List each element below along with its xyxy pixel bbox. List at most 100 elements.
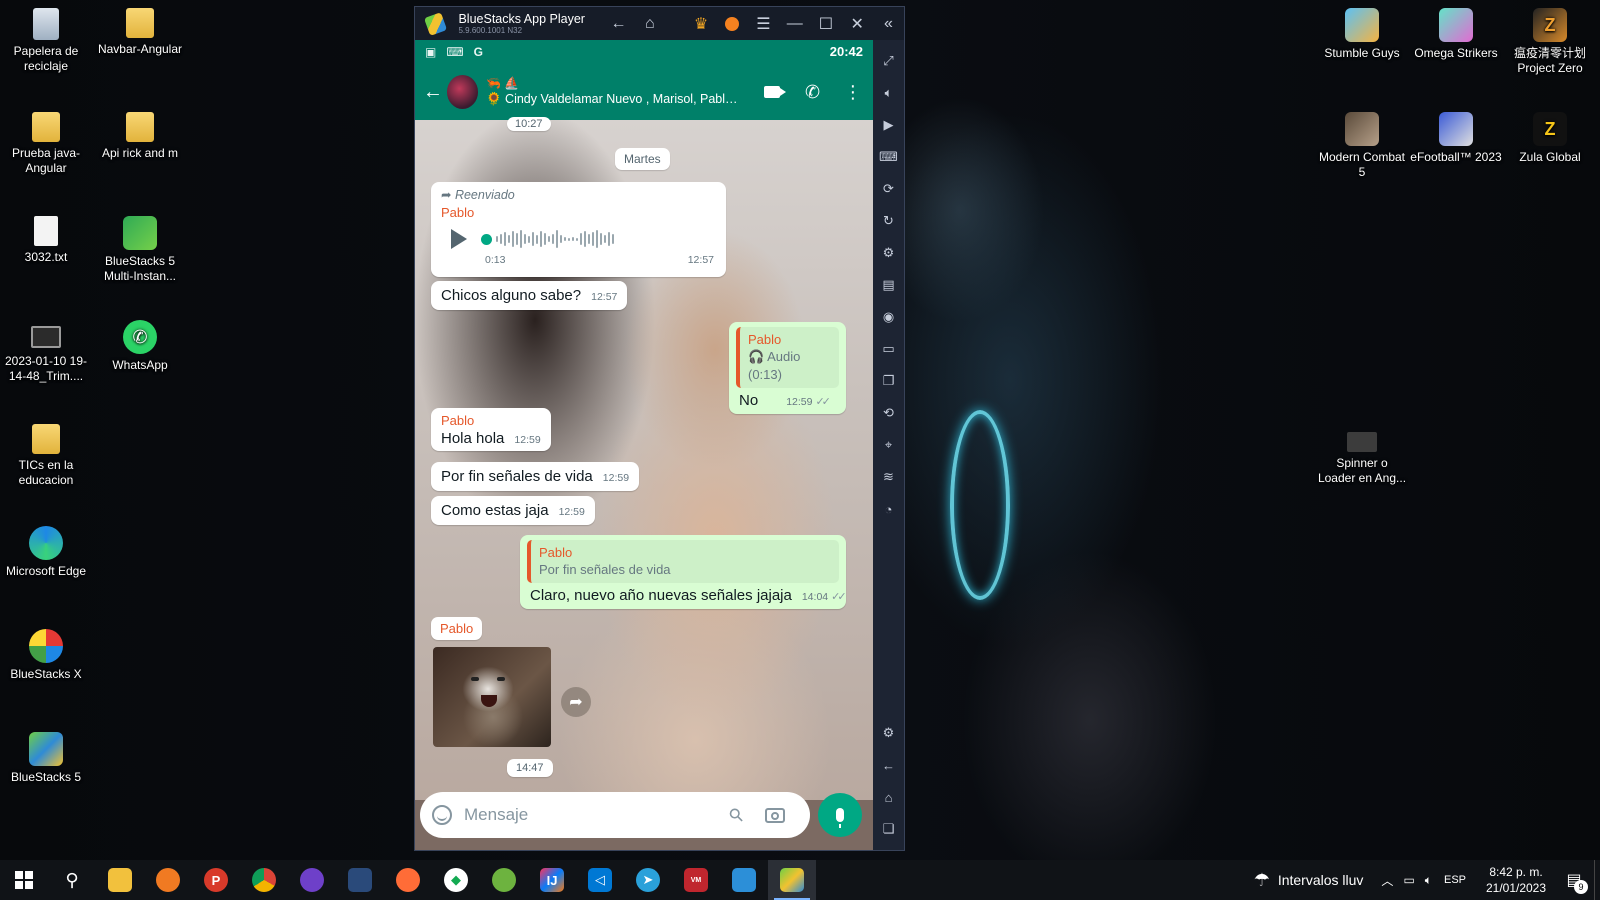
incoming-message[interactable]: Pablo Hola hola 12:59 [431,408,551,451]
desktop-icon-modern-combat[interactable]: Modern Combat 5 [1316,108,1408,180]
volume-icon[interactable]: 🔈︎ [878,82,900,104]
desktop-icon-spinner-file[interactable]: Spinner o Loader en Ang... [1316,420,1408,486]
desktop-icon-bluestacks-x[interactable]: BlueStacks X [0,625,92,682]
desktop-icon-efootball[interactable]: eFootball™ 2023 [1410,108,1502,165]
attach-icon[interactable]: ⚲ [725,803,749,827]
outgoing-message[interactable]: Pablo Por fin señales de vida Claro, nue… [520,535,847,609]
bluestacks-taskbar-icon[interactable] [768,860,816,900]
menu-icon[interactable]: ☰ [748,7,779,40]
quoted-message[interactable]: Pablo Por fin señales de vida [527,540,839,583]
sync-icon[interactable]: ↻ [878,210,900,232]
fullscreen-icon[interactable]: ⤢ [878,50,900,72]
group-avatar[interactable] [446,75,478,109]
spring-tool-icon[interactable] [480,860,528,900]
podcast-app-icon[interactable]: P [192,860,240,900]
android-home-icon[interactable]: ⌂ [878,786,900,808]
layers-icon[interactable]: ≋ [878,466,900,488]
rotate-icon[interactable]: ⟲ [878,402,900,424]
desktop-icon-tics[interactable]: TICs en la educacion [0,420,92,488]
weather-icon[interactable]: ☂ [1254,870,1270,891]
incoming-message[interactable]: Chicos alguno sabe? 12:57 [431,281,628,310]
desktop-icon-api-rick[interactable]: Api rick and m [94,108,186,161]
desktop-icon-project-zero[interactable]: Z 瘟疫清零计划 Project Zero [1504,4,1596,76]
collapse-sidebar-icon[interactable]: « [873,7,904,40]
snipping-tool-icon[interactable] [720,860,768,900]
sql-app-icon[interactable] [336,860,384,900]
postman-icon[interactable] [384,860,432,900]
incoming-message[interactable]: Por fin señales de vida 12:59 [431,462,640,491]
android-back-icon[interactable]: ← [878,754,900,776]
mongodb-icon[interactable]: ◆ [432,860,480,900]
settings-icon[interactable]: ⚙ [878,722,900,744]
game-controls-icon[interactable]: ⚙ [878,242,900,264]
close-icon[interactable]: ✕ [842,7,873,40]
notification-center-icon[interactable]: ▤ 9 [1554,860,1594,900]
voicemeeter-icon[interactable]: VM [672,860,720,900]
notification-dot-icon[interactable] [717,7,748,40]
play-icon[interactable] [451,229,467,249]
folder-icon[interactable]: ▭ [878,338,900,360]
crown-icon[interactable]: ♛ [685,7,716,40]
telegram-icon[interactable]: ➤ [624,860,672,900]
recent-apps-icon[interactable]: ❏ [878,818,900,840]
voice-call-icon[interactable]: ✆ [792,64,832,120]
github-desktop-icon[interactable] [288,860,336,900]
cloud-app-icon[interactable] [144,860,192,900]
outgoing-message[interactable]: Pablo 🎧 Audio (0:13) No 12:59 ✓✓ [729,322,846,414]
desktop-icon-navbar-angular[interactable]: Navbar-Angular [94,4,186,57]
desktop-icon-bluestacks-5[interactable]: BlueStacks 5 [0,728,92,785]
forward-button-icon[interactable]: ➦ [561,687,591,717]
video-call-icon[interactable] [752,64,792,120]
location-icon[interactable]: ⌖ [878,434,900,456]
voice-message[interactable]: ➦ Reenviado Pablo 0:13 12:57 [431,182,726,277]
voice-waveform[interactable] [496,228,616,250]
apk-install-icon[interactable]: ▤ [878,274,900,296]
search-icon[interactable]: ⚲ [48,860,96,900]
start-button[interactable] [0,860,48,900]
weather-text[interactable]: Intervalos lluv [1278,872,1364,888]
bluestacks-titlebar[interactable]: BlueStacks App Player 5.9.600.1001 N32 ←… [415,7,904,40]
cat-sticker[interactable] [433,647,551,747]
keyboard-controls-icon[interactable]: ⌨ [878,146,900,168]
desktop-icon-video-file[interactable]: 2023-01-10 19-14-48_Trim.... [0,316,92,384]
voice-progress-dot[interactable] [481,233,492,245]
network-icon[interactable]: ▭ [1403,873,1414,887]
file-explorer-icon[interactable] [96,860,144,900]
show-desktop-button[interactable] [1594,860,1600,900]
desktop-icon-prueba-java-angular[interactable]: Prueba java-Angular [0,108,92,176]
incoming-message[interactable]: Como estas jaja 12:59 [431,496,595,525]
chrome-icon[interactable] [240,860,288,900]
vscode-icon[interactable]: ◁ [576,860,624,900]
message-input[interactable] [464,805,724,825]
desktop-icon-omega-strikers[interactable]: Omega Strikers [1410,4,1502,61]
macro-icon[interactable]: ⟳ [878,178,900,200]
desktop-icon-whatsapp[interactable]: ✆ WhatsApp [94,316,186,373]
desktop-icon-zula[interactable]: Z Zula Global [1504,108,1596,165]
nav-back-icon[interactable]: ← [603,7,634,40]
minimize-icon[interactable]: — [779,7,810,40]
camera-icon[interactable] [765,807,786,823]
language-indicator[interactable]: ESP [1444,874,1466,886]
group-info[interactable]: 🦐 ⛵ 🌻 Cindy Valdelamar Nuevo , Marisol, … [486,76,738,108]
chevron-up-icon[interactable]: ︿ [1381,872,1393,889]
home-icon[interactable]: ⌂ [634,7,665,40]
more-options-icon[interactable]: ⋮ [833,64,873,120]
emoji-icon[interactable] [432,805,452,825]
system-tray: ☂ Intervalos lluv ︿ ▭ 🔈︎ ESP 8:42 p. m. … [1254,860,1600,900]
maximize-icon[interactable]: ☐ [810,7,841,40]
speaker-icon[interactable]: 🔈︎ [1425,873,1432,888]
desktop-icon-3032-txt[interactable]: 3032.txt [0,212,92,265]
quoted-message[interactable]: Pablo 🎧 Audio (0:13) [736,327,839,388]
desktop-icon-recycle-bin[interactable]: Papelera de reciclaje [0,4,92,74]
multi-instance-icon[interactable]: ❐ [878,370,900,392]
intellij-icon[interactable]: IJ [528,860,576,900]
media-manager-icon[interactable]: ▶ [878,114,900,136]
eco-mode-icon[interactable]: ◔ [878,498,900,520]
back-arrow-icon[interactable]: ← [421,81,445,104]
desktop-icon-bluestacks-multi[interactable]: BlueStacks 5 Multi-Instan... [94,212,186,284]
desktop-icon-stumble-guys[interactable]: Stumble Guys [1316,4,1408,61]
clock[interactable]: 8:42 p. m. 21/01/2023 [1478,864,1554,896]
desktop-icon-edge[interactable]: Microsoft Edge [0,522,92,579]
mic-button[interactable] [818,793,862,837]
screenshot-icon[interactable]: ◉ [878,306,900,328]
